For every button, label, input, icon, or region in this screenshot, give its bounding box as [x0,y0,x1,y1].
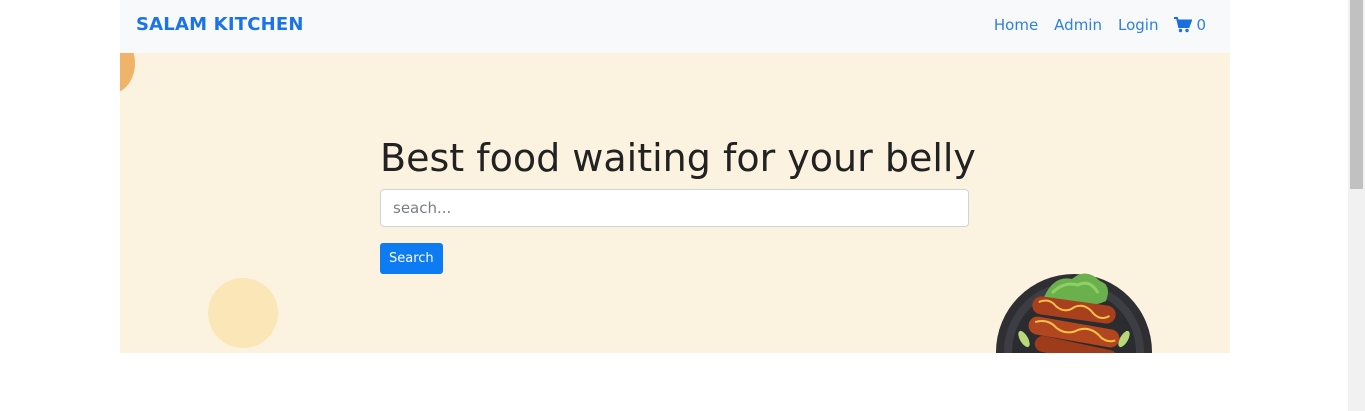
navbar: SALAM KITCHEN Home Admin Login 0 [120,0,1230,53]
food-plate-image [994,267,1154,353]
scrollbar-thumb[interactable] [1350,0,1363,189]
shopping-cart-icon [1174,17,1193,33]
hero-content: Best food waiting for your belly Search [380,135,976,274]
nav-link-login[interactable]: Login [1118,16,1158,34]
hero-section: Best food waiting for your belly Search [120,53,1230,353]
nav-links: Home Admin Login 0 [994,16,1206,34]
main-container: SALAM KITCHEN Home Admin Login 0 Best fo… [120,0,1230,353]
search-button[interactable]: Search [380,243,443,274]
hero-title: Best food waiting for your belly [380,136,976,180]
decorative-shape [120,53,135,93]
vertical-scrollbar[interactable] [1348,0,1365,411]
nav-link-admin[interactable]: Admin [1054,16,1102,34]
search-input[interactable] [380,189,969,227]
page: SALAM KITCHEN Home Admin Login 0 Best fo… [0,0,1365,411]
nav-link-home[interactable]: Home [994,16,1038,34]
cart-count: 0 [1196,16,1206,34]
cart-link[interactable]: 0 [1174,16,1206,34]
decorative-circle [208,278,278,348]
brand-logo[interactable]: SALAM KITCHEN [136,14,304,35]
